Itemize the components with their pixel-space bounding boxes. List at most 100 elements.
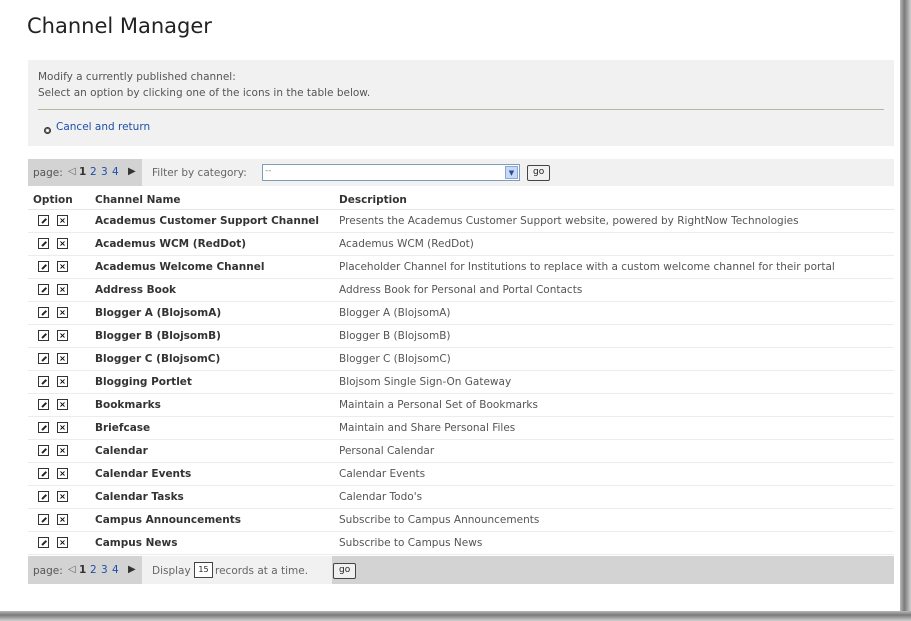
channel-description: Subscribe to Campus Announcements [339,514,540,526]
channel-description: Subscribe to Campus News [339,537,483,549]
display-prefix: Display [152,565,191,577]
filter-go-button[interactable]: go [527,165,551,181]
table-header: Option Channel Name Description [28,190,894,210]
delete-icon[interactable]: × [57,491,68,502]
bottom-pager-bar: page: ◁ 1 2 3 4 ▶ Display 15 records at … [28,556,894,584]
page-link-3[interactable]: 3 [101,564,108,576]
edit-icon[interactable] [38,261,49,272]
delete-icon[interactable]: × [57,284,68,295]
category-filter-value: -- [265,166,272,176]
delete-icon[interactable]: × [57,261,68,272]
channel-name: Blogger B (BlojsomB) [95,330,221,342]
edit-icon[interactable] [38,376,49,387]
next-page-icon[interactable]: ▶ [128,166,136,177]
channel-table: Option Channel Name Description × Academu… [28,190,894,555]
display-panel: Display 15 records at a time. [142,556,332,584]
delete-icon[interactable]: × [57,353,68,364]
window-shadow-right [900,0,911,621]
channel-name: Calendar Events [95,468,192,480]
delete-icon[interactable]: × [57,307,68,318]
edit-icon[interactable] [38,307,49,318]
table-row: × Blogger B (BlojsomB) Blogger B (BlojsomB… [28,325,894,348]
delete-icon[interactable]: × [57,422,68,433]
header-option: Option [33,194,73,206]
table-row: × Blogger A (BlojsomA) Blogger A (BlojsomA… [28,302,894,325]
next-page-icon[interactable]: ▶ [128,564,136,575]
delete-icon[interactable]: × [57,399,68,410]
delete-icon[interactable]: × [57,537,68,548]
channel-description: Maintain and Share Personal Files [339,422,516,434]
table-row: × Academus Customer Support Channel Presen… [28,210,894,233]
table-row: × Calendar Events Calendar Events [28,463,894,486]
cancel-and-return-link[interactable]: Cancel and return [56,121,150,133]
channel-name: Academus Welcome Channel [95,261,265,273]
table-row: × Blogging Portlet Blojsom Single Sign-On … [28,371,894,394]
delete-icon[interactable]: × [57,376,68,387]
edit-icon[interactable] [38,330,49,341]
page-link-2[interactable]: 2 [90,564,97,576]
page-link-3[interactable]: 3 [101,166,108,178]
records-per-page-input[interactable]: 15 [194,562,213,578]
channel-description: Calendar Events [339,468,426,480]
channel-description: Blogger C (BlojsomC) [339,353,451,365]
info-panel: Modify a currently published channel: Se… [28,60,894,146]
table-row: × Academus Welcome Channel Placeholder Cha… [28,256,894,279]
channel-name: Briefcase [95,422,151,434]
channel-description: Academus WCM (RedDot) [339,238,474,250]
page-link-1[interactable]: 1 [79,166,86,178]
channel-description: Personal Calendar [339,445,435,457]
channel-name: Campus Announcements [95,514,242,526]
edit-icon[interactable] [38,284,49,295]
channel-name: Academus Customer Support Channel [95,215,320,227]
delete-icon[interactable]: × [57,330,68,341]
edit-icon[interactable] [38,445,49,456]
channel-name: Academus WCM (RedDot) [95,238,247,250]
page-link-1[interactable]: 1 [79,564,86,576]
chevron-down-icon[interactable]: ▼ [505,166,518,179]
channel-name: Address Book [95,284,177,296]
edit-icon[interactable] [38,399,49,410]
window-shadow-bottom [0,611,911,621]
table-row: × Calendar Tasks Calendar Todo's [28,486,894,509]
first-page-icon[interactable]: ◁ [68,564,76,575]
page-link-4[interactable]: 4 [112,166,119,178]
info-line-1: Modify a currently published channel: [38,71,236,83]
channel-name: Campus News [95,537,178,549]
channel-name: Blogger C (BlojsomC) [95,353,221,365]
edit-icon[interactable] [38,353,49,364]
page-link-2[interactable]: 2 [90,166,97,178]
delete-icon[interactable]: × [57,445,68,456]
first-page-icon[interactable]: ◁ [68,166,76,177]
channel-description: Maintain a Personal Set of Bookmarks [339,399,538,411]
display-go-button[interactable]: go [333,563,357,579]
channel-description: Presents the Academus Customer Support w… [339,215,799,227]
page-title: Channel Manager [27,14,212,38]
delete-icon[interactable]: × [57,514,68,525]
table-row: × Briefcase Maintain and Share Personal Fi… [28,417,894,440]
filter-label: Filter by category: [152,167,247,179]
edit-icon[interactable] [38,422,49,433]
channel-name: Calendar [95,445,148,457]
delete-icon[interactable]: × [57,468,68,479]
edit-icon[interactable] [38,514,49,525]
table-row: × Campus Announcements Subscribe to Campus… [28,509,894,532]
channel-name: Bookmarks [95,399,161,411]
channel-description: Address Book for Personal and Portal Con… [339,284,583,296]
delete-icon[interactable]: × [57,238,68,249]
channel-description: Blogger B (BlojsomB) [339,330,451,342]
edit-icon[interactable] [38,537,49,548]
delete-icon[interactable]: × [57,215,68,226]
category-filter-select[interactable]: -- ▼ [262,164,520,181]
edit-icon[interactable] [38,215,49,226]
edit-icon[interactable] [38,238,49,249]
table-row: × Academus WCM (RedDot) Academus WCM (RedD… [28,233,894,256]
channel-description: Placeholder Channel for Institutions to … [339,261,835,273]
filter-panel: Filter by category: -- ▼ go [142,159,894,186]
edit-icon[interactable] [38,491,49,502]
table-row: × Calendar Personal Calendar [28,440,894,463]
divider [38,109,884,110]
page-link-4[interactable]: 4 [112,564,119,576]
edit-icon[interactable] [38,468,49,479]
header-description: Description [339,194,407,206]
table-row: × Bookmarks Maintain a Personal Set of Boo… [28,394,894,417]
